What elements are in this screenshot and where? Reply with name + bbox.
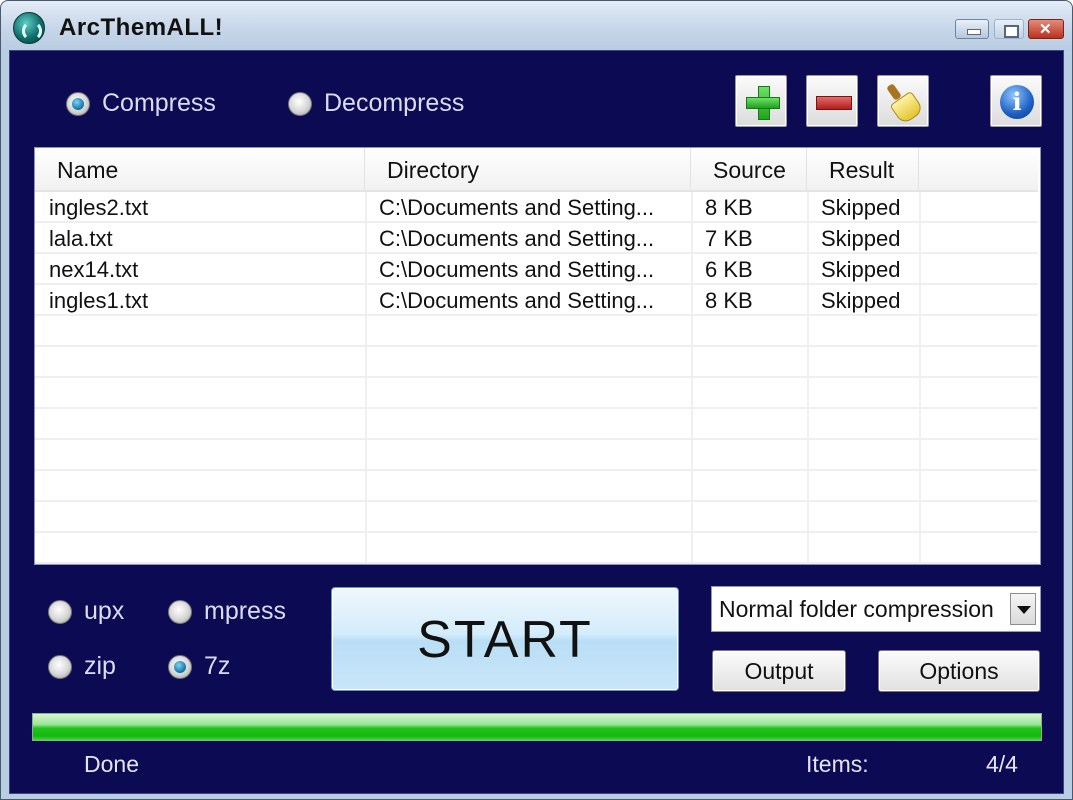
cell-name: ingles2.txt — [49, 195, 149, 220]
cell-directory: C:\Documents and Setting... — [379, 226, 655, 251]
cell-result: Skipped — [821, 288, 901, 313]
cell-result: Skipped — [821, 257, 901, 282]
items-count: 4/4 — [986, 751, 1018, 777]
cell-source: 6 KB — [705, 257, 753, 282]
maximize-button[interactable] — [994, 19, 1024, 39]
format-zip-radio[interactable]: zip — [48, 652, 116, 681]
radio-checked-icon — [168, 654, 192, 679]
decompress-label: Decompress — [324, 89, 465, 117]
empty-row — [35, 440, 1038, 471]
empty-row — [35, 316, 1038, 347]
radio-unchecked-icon — [48, 654, 72, 679]
table-row[interactable]: nex14.txt C:\Documents and Setting... 6 KB… — [35, 254, 1038, 285]
cell-result: Skipped — [821, 195, 901, 220]
cell-name: lala.txt — [49, 226, 113, 251]
chevron-down-icon[interactable] — [1010, 593, 1036, 625]
empty-row — [35, 409, 1038, 440]
list-header: Name Directory Source Result — [35, 148, 1038, 192]
cell-result: Skipped — [821, 226, 901, 251]
empty-row — [35, 502, 1038, 533]
radio-checked-icon — [66, 91, 90, 116]
decompress-radio[interactable]: Decompress — [288, 89, 464, 118]
window-title: ArcThemALL! — [59, 14, 224, 41]
format-mpress-label: mpress — [204, 597, 286, 625]
empty-row — [35, 471, 1038, 502]
add-files-button[interactable] — [735, 75, 787, 127]
status-text: Done — [84, 751, 139, 777]
app-window: ArcThemALL! Compress Decompress — [0, 0, 1073, 800]
cell-directory: C:\Documents and Setting... — [379, 195, 655, 220]
format-7z-radio[interactable]: 7z — [168, 652, 230, 681]
format-upx-label: upx — [84, 597, 125, 625]
cell-source: 8 KB — [705, 288, 753, 313]
table-row[interactable]: lala.txt C:\Documents and Setting... 7 KB S… — [35, 223, 1038, 254]
compress-radio[interactable]: Compress — [66, 89, 216, 118]
clear-list-button[interactable] — [877, 75, 929, 127]
cell-source: 7 KB — [705, 226, 753, 251]
format-zip-label: zip — [84, 652, 116, 680]
format-7z-label: 7z — [204, 652, 231, 680]
table-row[interactable]: ingles1.txt C:\Documents and Setting... 8 … — [35, 285, 1038, 316]
progress-fill — [33, 714, 1041, 740]
output-button[interactable]: Output — [712, 650, 846, 692]
empty-row — [35, 347, 1038, 378]
radio-unchecked-icon — [168, 599, 192, 624]
cell-directory: C:\Documents and Setting... — [379, 257, 655, 282]
cell-source: 8 KB — [705, 195, 753, 220]
minimize-button[interactable] — [955, 19, 989, 39]
options-button[interactable]: Options — [878, 650, 1040, 692]
table-row[interactable]: ingles2.txt C:\Documents and Setting... 8 … — [35, 192, 1038, 223]
cell-directory: C:\Documents and Setting... — [379, 288, 655, 313]
close-button[interactable] — [1028, 19, 1064, 39]
radio-unchecked-icon — [48, 599, 72, 624]
column-header-result[interactable]: Result — [807, 148, 919, 192]
cell-name: nex14.txt — [49, 257, 139, 282]
start-button[interactable]: START — [331, 587, 679, 691]
main-panel: Compress Decompress Name Directory Sourc… — [9, 50, 1064, 794]
format-upx-radio[interactable]: upx — [48, 597, 124, 626]
empty-row — [35, 533, 1038, 564]
compression-level-value: Normal folder compression — [719, 596, 994, 622]
title-bar[interactable]: ArcThemALL! — [1, 1, 1072, 51]
items-label: Items: — [806, 751, 869, 777]
cell-name: ingles1.txt — [49, 288, 149, 313]
compress-label: Compress — [102, 89, 216, 117]
column-header-directory[interactable]: Directory — [365, 148, 691, 192]
column-header-source[interactable]: Source — [691, 148, 807, 192]
about-button[interactable] — [990, 75, 1042, 127]
progress-bar — [32, 713, 1042, 741]
empty-row — [35, 378, 1038, 409]
column-header-name[interactable]: Name — [35, 148, 365, 192]
app-logo-icon — [13, 12, 45, 44]
remove-files-button[interactable] — [806, 75, 858, 127]
radio-unchecked-icon — [288, 91, 312, 116]
format-mpress-radio[interactable]: mpress — [168, 597, 286, 626]
file-list[interactable]: Name Directory Source Result ingles2.txt… — [34, 147, 1041, 565]
compression-level-select[interactable]: Normal folder compression — [711, 586, 1041, 632]
